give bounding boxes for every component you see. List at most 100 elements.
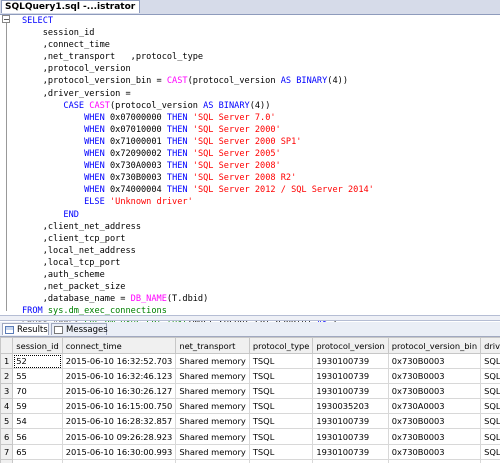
collapse-toggle-icon[interactable]: −: [2, 15, 10, 24]
grid-cell[interactable]: Shared memory: [175, 383, 250, 400]
table-row[interactable]: 4 59 2015-06-10 16:15:00.750 Shared memory T…: [0, 398, 500, 415]
grid-cell[interactable]: 1930100739: [312, 383, 389, 400]
table-row[interactable]: 6 56 2015-06-10 09:26:28.923 Shared memory T…: [0, 428, 500, 445]
table-row[interactable]: 8582015-06-10 09:27:56.160Shared memoryT…: [0, 458, 500, 463]
grid-cell[interactable]: 2015-06-10 16:30:00.993: [61, 443, 177, 460]
grid-cell[interactable]: 1930035203: [312, 398, 389, 415]
grid-cell[interactable]: 1930035203: [312, 458, 389, 463]
grid-cell[interactable]: 0x730A0003: [387, 398, 482, 415]
table-row[interactable]: 1 52 2015-06-10 16:32:52.703 Shared memory T…: [0, 352, 500, 370]
code-token: 'SQL Server 2000': [192, 124, 281, 135]
grid-cell[interactable]: 2015-06-10 16:32:52.703: [61, 352, 177, 370]
row-number[interactable]: 1: [0, 352, 14, 370]
grid-cell[interactable]: 70: [12, 383, 63, 400]
column-header[interactable]: protocol_version_bin: [387, 337, 482, 354]
results-table[interactable]: session_id connect_time net_transport proto…: [0, 337, 500, 463]
grid-cell[interactable]: TSQL: [248, 428, 314, 445]
grid-cell[interactable]: 1930100739: [312, 428, 389, 445]
grid-cell[interactable]: SQL Server 2008 R2: [480, 352, 500, 370]
code-token: 'SQL Server 2012 / SQL Server 2014': [192, 185, 374, 196]
grid-cell[interactable]: 59: [12, 398, 63, 415]
column-header[interactable]: connect_time: [61, 337, 177, 354]
grid-cell[interactable]: Shared memory: [175, 352, 250, 370]
row-number[interactable]: 4: [0, 398, 14, 415]
grid-cell[interactable]: Shared memory: [175, 398, 250, 415]
code-line: ELSE 'Unknown driver': [22, 196, 500, 208]
query-editor[interactable]: − SELECT session_id ,connect_time ,net_t…: [0, 15, 500, 328]
grid-cell[interactable]: 2015-06-10 16:28:32.857: [61, 413, 177, 430]
grid-cell[interactable]: 54: [12, 413, 63, 430]
code-area[interactable]: SELECT session_id ,connect_time ,net_tra…: [22, 15, 500, 329]
code-line: ,protocol_version_bin = CAST(protocol_ve…: [22, 75, 500, 87]
row-number[interactable]: 7: [0, 443, 14, 460]
grid-cell[interactable]: Shared memory: [175, 428, 250, 445]
grid-cell[interactable]: 65: [12, 443, 63, 460]
grid-cell[interactable]: TSQL: [248, 383, 314, 400]
column-header[interactable]: protocol_version: [312, 337, 389, 354]
grid-cell[interactable]: 55: [12, 368, 63, 385]
grid-cell[interactable]: Shared memory: [175, 413, 250, 430]
grid-cell[interactable]: 2015-06-10 09:26:28.923: [61, 428, 177, 445]
row-number[interactable]: 5: [0, 413, 14, 430]
grid-cell[interactable]: 0x730B0003: [387, 413, 482, 430]
grid-cell[interactable]: SQL Server 2008 R2: [480, 413, 500, 430]
grid-cell[interactable]: Shared memory: [175, 368, 250, 385]
grid-cell[interactable]: 2015-06-10 16:15:00.750: [61, 398, 177, 415]
column-header[interactable]: protocol_type: [248, 337, 314, 354]
results-grid[interactable]: session_id connect_time net_transport proto…: [0, 337, 500, 463]
tab-results[interactable]: Results: [2, 323, 49, 335]
table-row[interactable]: 5 54 2015-06-10 16:28:32.857 Shared memory T…: [0, 413, 500, 430]
code-token: ,protocol_version_bin =: [22, 76, 167, 87]
grid-cell[interactable]: 1930100739: [312, 368, 389, 385]
code-line: ,database_name = DB_NAME(T.dbid): [22, 293, 500, 305]
query-tab-title: SQLQuery1.sql -...istrator (99))*: [5, 2, 139, 12]
row-number[interactable]: 6: [0, 428, 14, 445]
grid-cell[interactable]: TSQL: [248, 352, 314, 370]
grid-cell[interactable]: TSQL: [248, 443, 314, 460]
grid-cell[interactable]: SQL Server 2008 R2: [480, 383, 500, 400]
grid-cell[interactable]: SQL Server 2008: [480, 398, 500, 415]
grid-cell[interactable]: SQL Server 2008 R2: [480, 443, 500, 460]
grid-cell[interactable]: 0x730B0003: [387, 383, 482, 400]
grid-cell[interactable]: 1930100739: [312, 443, 389, 460]
grid-cell[interactable]: SQL Server 2008: [480, 458, 500, 463]
grid-cell[interactable]: 58: [12, 458, 63, 463]
row-number[interactable]: 2: [0, 368, 14, 385]
grid-cell[interactable]: SQL Server 2008 R2: [480, 428, 500, 445]
code-line: WHEN 0x74000004 THEN 'SQL Server 2012 / …: [22, 184, 500, 196]
grid-cell[interactable]: 0x730A0003: [387, 458, 482, 463]
grid-cell[interactable]: Shared memory: [175, 458, 250, 463]
column-header[interactable]: net_transport: [175, 337, 250, 354]
query-tab[interactable]: SQLQuery1.sql -...istrator (99))*: [1, 0, 140, 13]
grid-cell[interactable]: 1930100739: [312, 413, 389, 430]
tab-messages[interactable]: Messages: [51, 323, 108, 335]
grid-cell[interactable]: 2015-06-10 16:30:26.127: [61, 383, 177, 400]
grid-cell[interactable]: 1930100739: [312, 352, 389, 370]
grid-cell[interactable]: 0x730B0003: [387, 352, 482, 370]
grid-cell[interactable]: 0x730B0003: [387, 368, 482, 385]
column-header[interactable]: session_id: [12, 337, 63, 354]
grid-cell[interactable]: 2015-06-10 16:32:46.123: [61, 368, 177, 385]
code-token: DB_NAME: [130, 294, 167, 305]
grid-corner[interactable]: [0, 337, 14, 354]
code-token: 0x72090002: [109, 149, 167, 160]
grid-cell[interactable]: 2015-06-10 09:27:56.160: [61, 458, 177, 463]
grid-cell[interactable]: TSQL: [248, 368, 314, 385]
grid-cell[interactable]: TSQL: [248, 413, 314, 430]
code-line: ,local_net_address: [22, 245, 500, 257]
table-row[interactable]: 7 65 2015-06-10 16:30:00.993 Shared memory T…: [0, 443, 500, 460]
pane-splitter[interactable]: [0, 315, 500, 321]
grid-cell[interactable]: Shared memory: [175, 443, 250, 460]
grid-cell[interactable]: 56: [12, 428, 63, 445]
table-row[interactable]: 3 70 2015-06-10 16:30:26.127 Shared memory T…: [0, 383, 500, 400]
grid-cell[interactable]: TSQL: [248, 458, 314, 463]
row-number[interactable]: 8: [0, 458, 14, 463]
grid-cell[interactable]: 52: [12, 352, 63, 370]
grid-cell[interactable]: SQL Server 2008 R2: [480, 368, 500, 385]
grid-cell[interactable]: TSQL: [248, 398, 314, 415]
column-header[interactable]: driver_version: [480, 337, 500, 354]
grid-cell[interactable]: 0x730B0003: [387, 443, 482, 460]
grid-cell[interactable]: 0x730B0003: [387, 428, 482, 445]
row-number[interactable]: 3: [0, 383, 14, 400]
table-row[interactable]: 2 55 2015-06-10 16:32:46.123 Shared memory T…: [0, 368, 500, 385]
